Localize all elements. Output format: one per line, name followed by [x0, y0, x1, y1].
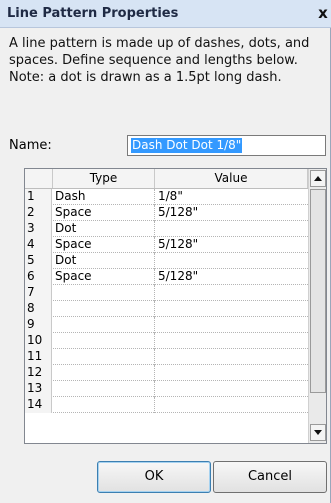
- table-row[interactable]: 10: [25, 333, 308, 349]
- table-row[interactable]: 1 Dash 1/8": [25, 189, 308, 205]
- type-cell[interactable]: Dash: [53, 189, 155, 205]
- type-cell[interactable]: [53, 349, 155, 365]
- scroll-thumb[interactable]: [310, 189, 326, 393]
- row-number: 10: [25, 333, 52, 349]
- row-number: 5: [25, 253, 52, 269]
- type-cell[interactable]: [53, 381, 155, 397]
- description: A line pattern is made up of dashes, dot…: [9, 35, 327, 86]
- value-cell[interactable]: 5/128": [155, 237, 308, 253]
- value-cell[interactable]: [155, 333, 308, 349]
- type-cell[interactable]: Dot: [53, 221, 155, 237]
- scroll-up-button[interactable]: [310, 170, 326, 187]
- value-cell[interactable]: [155, 285, 308, 301]
- value-cell[interactable]: [155, 253, 308, 269]
- value-cell[interactable]: [155, 301, 308, 317]
- table-row[interactable]: 8: [25, 301, 308, 317]
- value-cell[interactable]: 5/128": [155, 205, 308, 221]
- table-row[interactable]: 12: [25, 365, 308, 381]
- type-cell[interactable]: [53, 301, 155, 317]
- table-row[interactable]: 11: [25, 349, 308, 365]
- row-number: 3: [25, 221, 52, 237]
- table-row[interactable]: 3 Dot: [25, 221, 308, 237]
- table-row[interactable]: 9: [25, 317, 308, 333]
- row-number: 7: [25, 285, 52, 301]
- type-cell[interactable]: Space: [53, 205, 155, 221]
- row-number: 4: [25, 237, 52, 253]
- grid-header: Type Value: [25, 169, 326, 189]
- name-label: Name:: [9, 138, 52, 153]
- description-line: Note: a dot is drawn as a 1.5pt long das…: [9, 70, 282, 85]
- row-number: 14: [25, 397, 52, 413]
- value-cell[interactable]: [155, 397, 308, 413]
- value-cell[interactable]: 5/128": [155, 269, 308, 285]
- value-cell[interactable]: [155, 221, 308, 237]
- ok-button[interactable]: OK: [97, 461, 211, 493]
- type-cell[interactable]: [53, 285, 155, 301]
- table-row[interactable]: 13: [25, 381, 308, 397]
- value-cell[interactable]: [155, 365, 308, 381]
- row-number: 12: [25, 365, 52, 381]
- value-cell[interactable]: [155, 349, 308, 365]
- row-number: 11: [25, 349, 52, 365]
- table-row[interactable]: 14: [25, 397, 308, 413]
- header-value[interactable]: Value: [155, 169, 308, 188]
- table-row[interactable]: 6 Space 5/128": [25, 269, 308, 285]
- type-cell[interactable]: [53, 365, 155, 381]
- row-number: 13: [25, 381, 52, 397]
- pattern-grid: Type Value 1 Dash 1/8" 2 Space 5/128" 3 Dot 4 Spa…: [24, 168, 327, 444]
- cancel-button[interactable]: Cancel: [213, 461, 327, 493]
- description-line: spaces. Define sequence and lengths belo…: [9, 53, 298, 68]
- header-type[interactable]: Type: [53, 169, 155, 188]
- description-line: A line pattern is made up of dashes, dot…: [9, 36, 310, 51]
- type-cell[interactable]: [53, 317, 155, 333]
- table-row[interactable]: 5 Dot: [25, 253, 308, 269]
- type-cell[interactable]: [53, 397, 155, 413]
- header-num: [25, 169, 53, 188]
- type-cell[interactable]: Space: [53, 269, 155, 285]
- close-button[interactable]: x: [313, 3, 331, 23]
- triangle-down-icon: [314, 430, 322, 435]
- name-field-value: Dash Dot Dot 1/8": [131, 138, 243, 153]
- table-row[interactable]: 7: [25, 285, 308, 301]
- table-row[interactable]: 2 Space 5/128": [25, 205, 308, 221]
- row-number: 6: [25, 269, 52, 285]
- triangle-up-icon: [314, 176, 322, 181]
- type-cell[interactable]: Dot: [53, 253, 155, 269]
- value-cell[interactable]: [155, 381, 308, 397]
- row-number: 2: [25, 205, 52, 221]
- dialog-title: Line Pattern Properties: [7, 6, 179, 21]
- scroll-down-button[interactable]: [310, 424, 326, 441]
- type-cell[interactable]: [53, 333, 155, 349]
- grid-rows: 1 Dash 1/8" 2 Space 5/128" 3 Dot 4 Space 5/128" 5 Do…: [25, 189, 308, 413]
- value-cell[interactable]: 1/8": [155, 189, 308, 205]
- row-number: 1: [25, 189, 52, 205]
- line-pattern-properties-dialog: Line Pattern Properties x A line pattern…: [0, 0, 331, 503]
- name-field[interactable]: Dash Dot Dot 1/8": [127, 135, 326, 156]
- row-number: 8: [25, 301, 52, 317]
- table-row[interactable]: 4 Space 5/128": [25, 237, 308, 253]
- vertical-scrollbar[interactable]: [308, 169, 326, 443]
- type-cell[interactable]: Space: [53, 237, 155, 253]
- row-number: 9: [25, 317, 52, 333]
- value-cell[interactable]: [155, 317, 308, 333]
- title-bar: Line Pattern Properties x: [0, 0, 331, 28]
